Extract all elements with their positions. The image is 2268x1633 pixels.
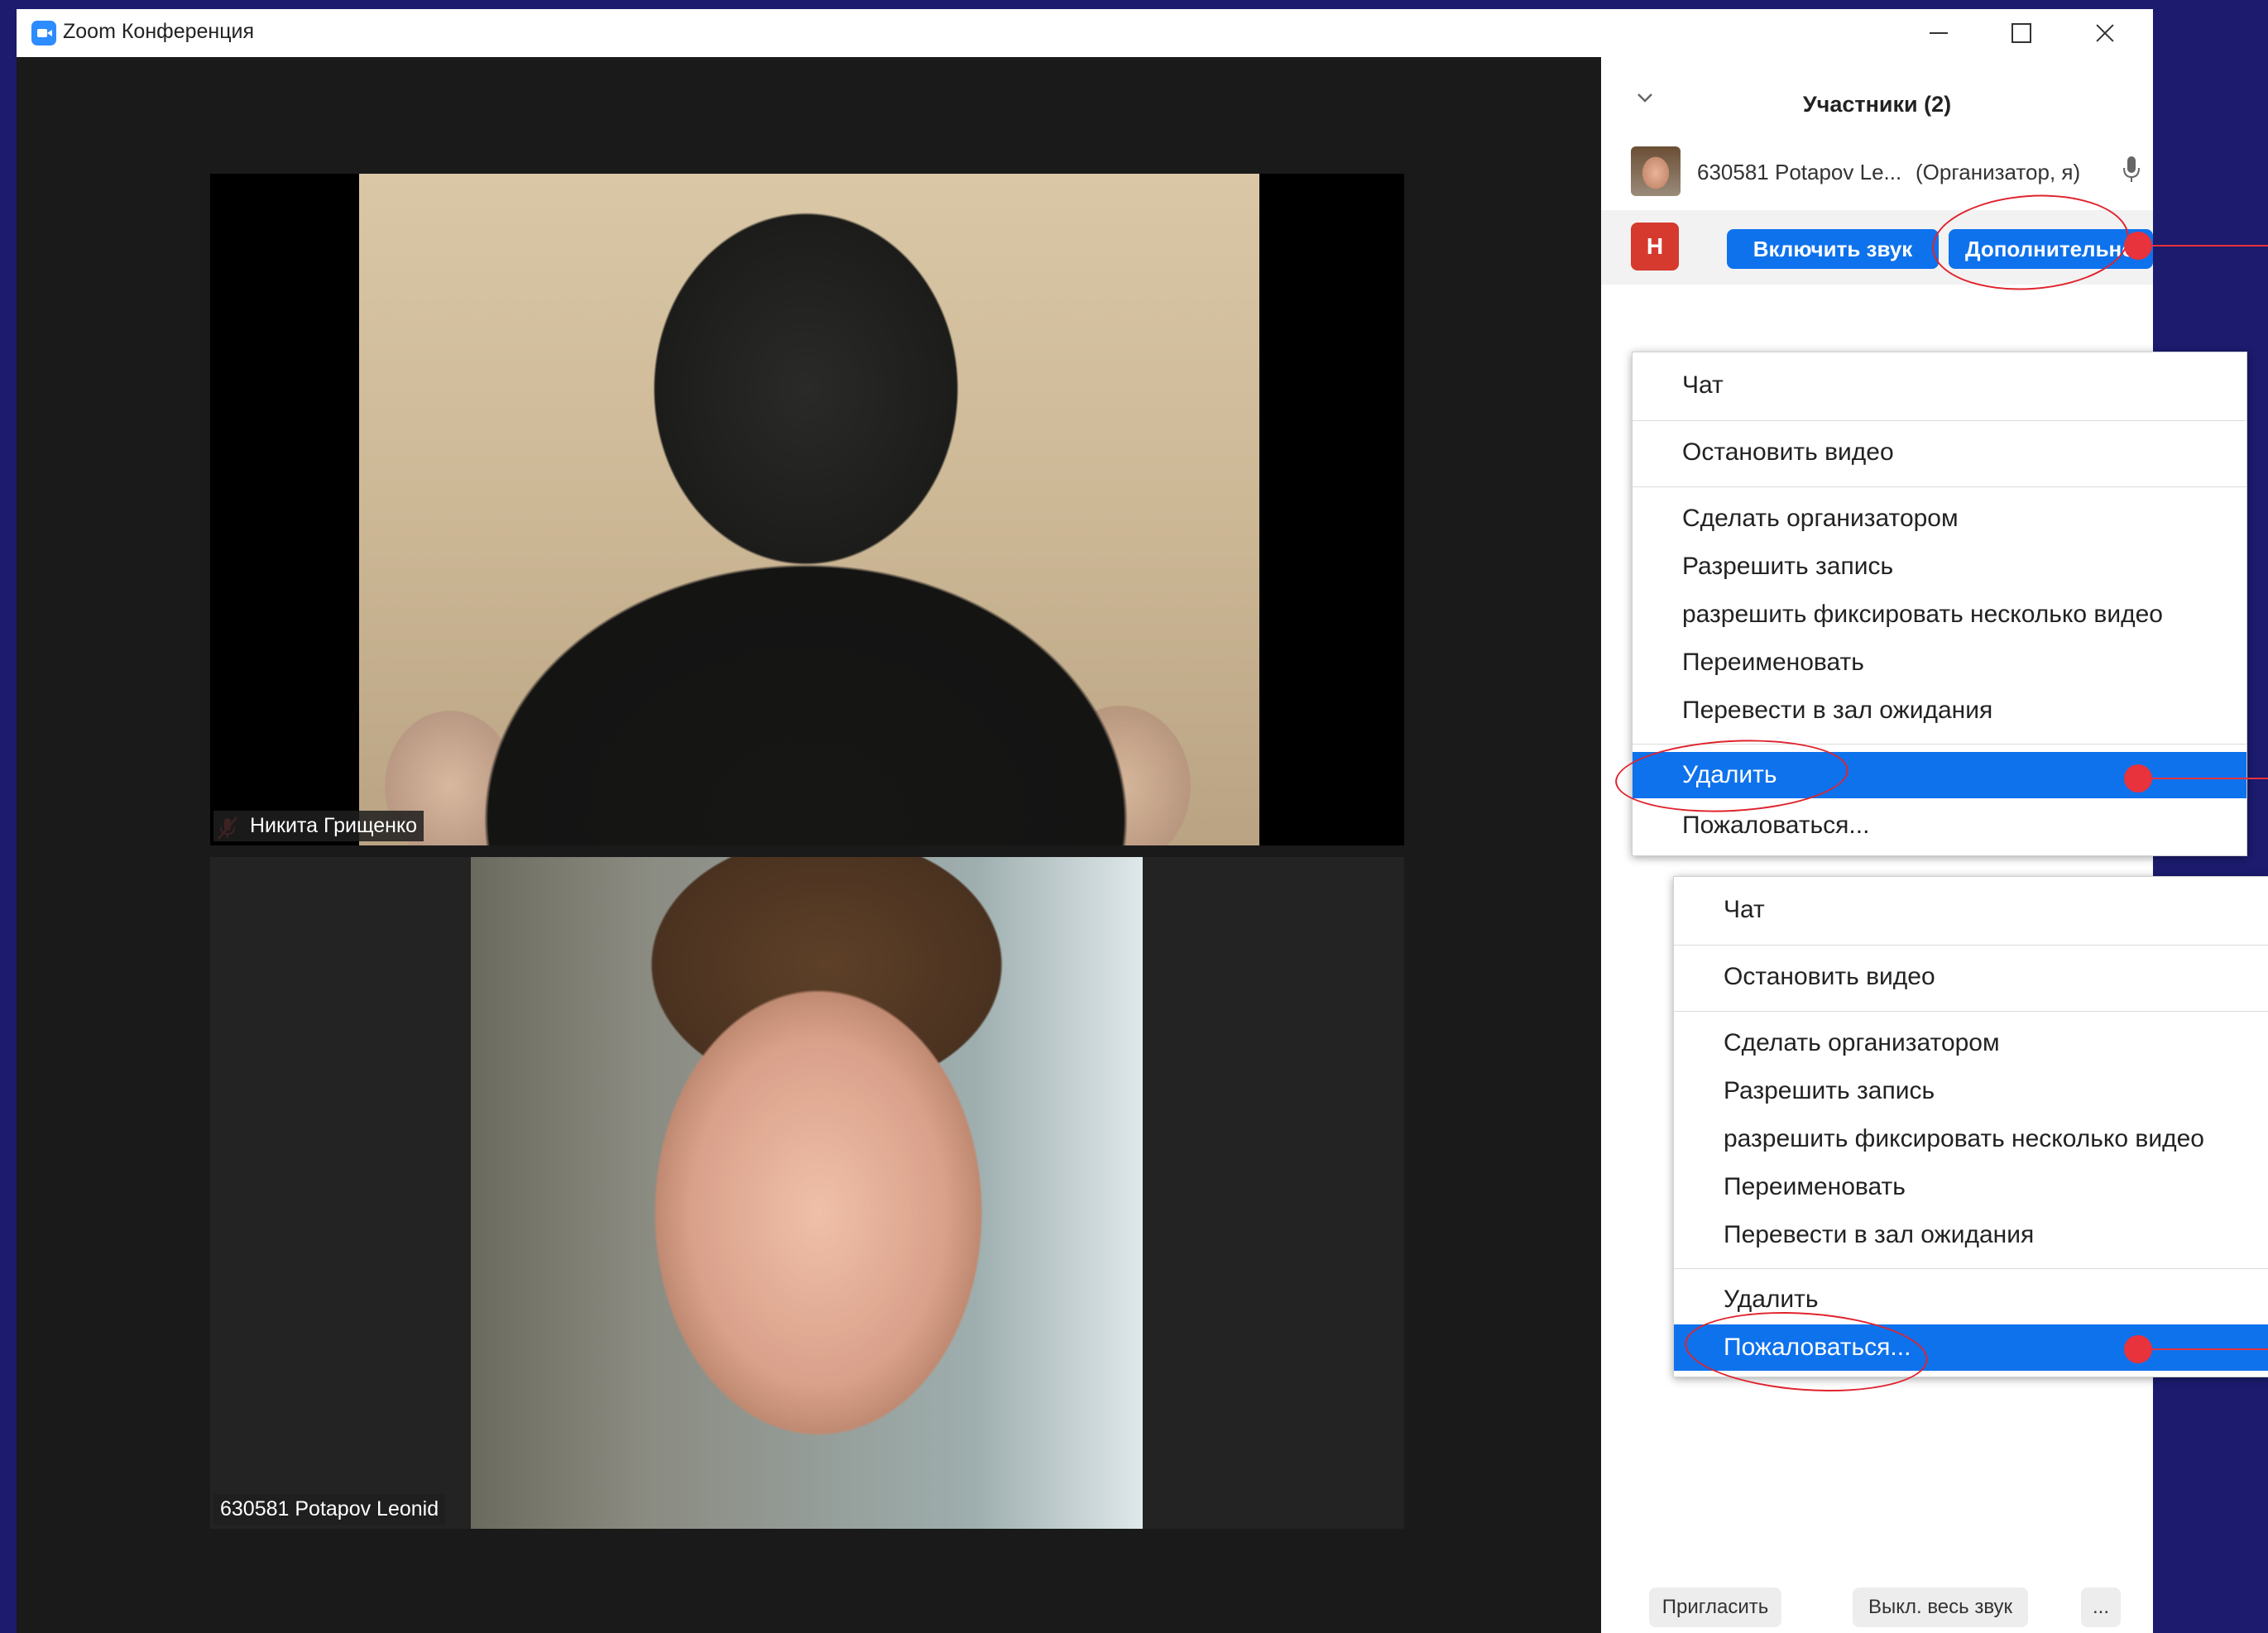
menu-divider: [1674, 1011, 2268, 1012]
video-gallery: Никита Грищенко 630581 Potapov Leonid: [17, 57, 1601, 1633]
participant-video: [471, 857, 1143, 1529]
participant-name-label: Никита Грищенко: [213, 811, 424, 841]
annotation-dot: [2124, 764, 2152, 793]
zoom-app-icon: [31, 21, 56, 45]
panel-title: Участники (2): [1802, 92, 1952, 117]
mute-all-button[interactable]: Выкл. весь звук: [1853, 1588, 2028, 1627]
menu-divider: [1674, 945, 2268, 946]
menu-item-stop-video[interactable]: Остановить видео: [1633, 429, 2246, 476]
menu-divider: [1633, 486, 2246, 487]
annotation-line: [2150, 1348, 2268, 1350]
menu-item-make-host[interactable]: Сделать организатором: [1674, 1020, 2268, 1066]
participant-video: [359, 174, 1259, 845]
avatar: Н: [1631, 223, 1679, 271]
microphone-icon[interactable]: [2119, 153, 2144, 186]
annotation-line: [2150, 245, 2268, 247]
unmute-button[interactable]: Включить звук: [1727, 229, 1939, 269]
menu-item-allow-record[interactable]: Разрешить запись: [1633, 544, 2246, 590]
video-tile[interactable]: 630581 Potapov Leonid: [210, 857, 1404, 1529]
avatar: [1631, 146, 1681, 196]
menu-item-chat[interactable]: Чат: [1633, 362, 2246, 409]
window-title: Zoom Конференция: [63, 20, 255, 43]
menu-item-stop-video[interactable]: Остановить видео: [1674, 954, 2268, 1000]
participant-row[interactable]: 630581 Potapov Le... (Организатор, я): [1601, 140, 2153, 206]
menu-item-chat[interactable]: Чат: [1674, 887, 2268, 933]
menu-item-allow-multipin[interactable]: разрешить фиксировать несколько видео: [1674, 1116, 2268, 1162]
more-options-button[interactable]: ...: [2081, 1588, 2121, 1627]
participant-context-menu: Чат Остановить видео Сделать организатор…: [1673, 876, 2268, 1377]
video-tile[interactable]: Никита Грищенко: [210, 174, 1404, 845]
menu-item-waiting-room[interactable]: Перевести в зал ожидания: [1674, 1212, 2268, 1258]
menu-item-rename[interactable]: Переименовать: [1633, 639, 2246, 686]
annotation-line: [2150, 778, 2268, 779]
invite-button[interactable]: Пригласить: [1649, 1588, 1781, 1627]
menu-item-waiting-room[interactable]: Перевести в зал ожидания: [1633, 687, 2246, 734]
annotation-dot: [2124, 232, 2152, 260]
menu-item-rename[interactable]: Переименовать: [1674, 1164, 2268, 1210]
title-bar: Zoom Конференция: [17, 9, 2153, 57]
maximize-button[interactable]: [1979, 9, 2062, 57]
menu-item-allow-multipin[interactable]: разрешить фиксировать несколько видео: [1633, 591, 2246, 638]
chevron-down-icon[interactable]: [1636, 92, 1654, 103]
annotation-dot: [2124, 1335, 2152, 1363]
minimize-button[interactable]: [1896, 9, 1979, 57]
menu-item-make-host[interactable]: Сделать организатором: [1633, 496, 2246, 542]
participant-name-label: 630581 Potapov Leonid: [213, 1494, 446, 1525]
close-button[interactable]: [2062, 9, 2145, 57]
menu-divider: [1633, 420, 2246, 421]
menu-divider: [1674, 1268, 2268, 1269]
participant-role: (Организатор, я): [1916, 160, 2081, 184]
menu-item-allow-record[interactable]: Разрешить запись: [1674, 1068, 2268, 1114]
participant-name: 630581 Potapov Le...: [1697, 160, 1902, 184]
